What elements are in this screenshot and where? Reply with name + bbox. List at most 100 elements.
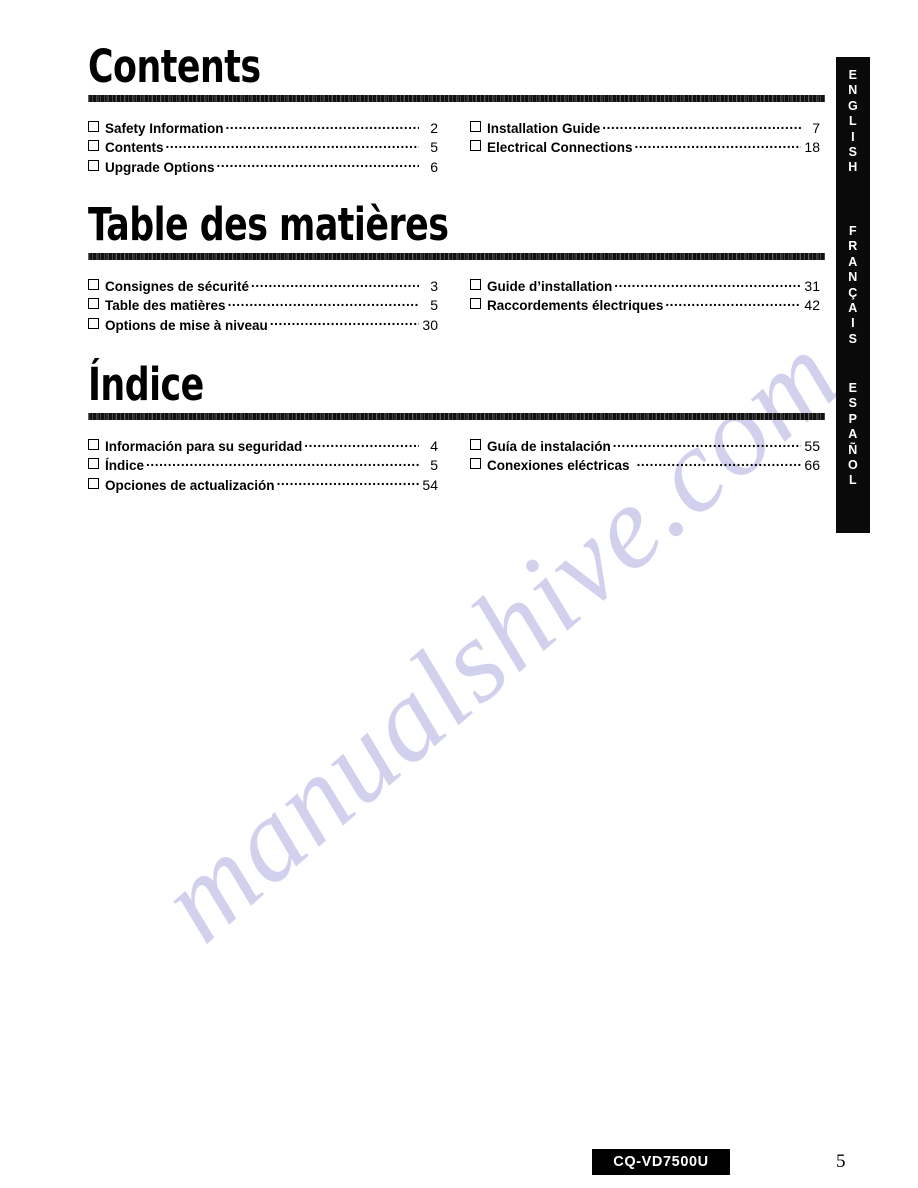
section-indice: Índice Información para su seguridad 4 Í… [88,362,825,495]
toc-entry-page: 54 [422,476,438,493]
checkbox-icon [470,298,481,310]
toc-entry-page: 6 [430,158,438,175]
toc-entry-page: 42 [804,297,820,314]
toc-entry-page: 7 [812,120,820,136]
toc-entry-label: Raccordements électriques [487,298,664,314]
language-tab-letter: L [848,473,858,488]
toc-entry[interactable]: Upgrade Options 6 [88,158,438,177]
dot-leader [665,297,801,310]
toc-entry-label: Contents [105,140,164,156]
dot-leader [635,139,801,152]
dot-leader [270,317,419,330]
dot-leader [166,139,420,152]
dot-leader [602,120,801,133]
toc-entry[interactable]: Índice 5 [88,456,438,475]
language-tab-letter: S [848,145,858,160]
checkbox-icon [470,439,481,450]
language-tab-francais[interactable]: FRANÇAIS [836,213,870,374]
language-tab-letter: S [848,331,858,346]
heading-rule [88,413,825,420]
checkbox-icon [470,458,481,470]
language-tab-espanol[interactable]: ESPAÑOL [836,370,870,533]
toc-entry-label: Table des matières [105,298,226,314]
toc-entry-page: 5 [430,139,438,156]
language-tab-letter: Ñ [848,442,858,457]
checkbox-icon [88,279,99,290]
toc-entry-label: Opciones de actualización [105,477,275,493]
language-tab-letter: P [848,411,858,426]
toc-indice: Información para su seguridad 4 Índice 5… [88,437,825,495]
dot-leader [228,297,419,310]
toc-table-des-matieres: Consignes de sécurité 3 Table des matièr… [88,277,825,335]
section-table-des-matieres: Table des matières Consignes de sécurité… [88,202,825,335]
toc-column-left: Consignes de sécurité 3 Table des matièr… [88,277,438,335]
toc-contents: Safety Information 2 Contents 5 Upgrade … [88,119,825,177]
checkbox-icon [88,439,99,450]
toc-entry-page: 31 [804,278,820,294]
checkbox-icon [470,140,481,152]
toc-entry-label: Guide d’installation [487,279,613,294]
heading-rule [88,253,825,260]
toc-entry[interactable]: Conexiones eléctricas 66 [470,456,820,475]
language-tab-letter: R [848,239,858,254]
toc-entry-page: 18 [804,139,820,156]
heading-rule [88,95,825,102]
toc-column-right: Installation Guide 7 Electrical Connecti… [470,119,820,177]
checkbox-icon [88,317,99,329]
language-tab-letter: F [848,224,858,238]
toc-entry[interactable]: Consignes de sécurité 3 [88,277,438,296]
language-tab-letter: A [848,427,858,442]
checkbox-icon [88,458,99,470]
toc-entry[interactable]: Guía de instalación 55 [470,437,820,456]
language-tab-english[interactable]: ENGLISH [836,57,870,216]
toc-entry-label: Installation Guide [487,121,601,136]
toc-entry-page: 2 [430,120,438,136]
toc-entry[interactable]: Guide d’installation 31 [470,277,820,296]
toc-entry[interactable]: Table des matières 5 [88,296,438,315]
language-tab-letter: E [848,381,858,395]
dot-leader [637,457,801,470]
toc-entry-label: Electrical Connections [487,140,633,156]
toc-entry-label: Safety Information [105,121,224,136]
toc-entry[interactable]: Safety Information 2 [88,119,438,138]
dot-leader [613,438,801,451]
language-tab-letter: N [848,83,858,98]
page-number: 5 [836,1151,846,1172]
language-tab-letter: Ç [848,285,858,300]
toc-entry[interactable]: Opciones de actualización 54 [88,476,438,495]
toc-entry-page: 5 [430,457,438,474]
dot-leader [226,120,419,133]
language-tab-letter: L [848,114,858,129]
checkbox-icon [88,298,99,310]
toc-entry-page: 4 [430,438,438,454]
model-number-badge: CQ-VD7500U [592,1149,730,1175]
toc-column-right: Guide d’installation 31 Raccordements él… [470,277,820,335]
language-tab-letter: A [848,301,858,316]
toc-entry-page: 66 [804,457,820,474]
toc-entry-label: Consignes de sécurité [105,279,250,294]
section-contents: Contents Safety Information 2 Contents 5 [88,44,825,177]
dot-leader [277,477,419,490]
toc-entry[interactable]: Electrical Connections 18 [470,138,820,157]
language-tab-letter: I [851,316,855,331]
language-tab-letter: N [848,270,858,285]
toc-entry-label: Información para su seguridad [105,439,303,454]
toc-entry[interactable]: Raccordements électriques 42 [470,296,820,315]
toc-entry-page: 55 [804,438,820,454]
checkbox-icon [88,140,99,152]
dot-leader [251,278,419,291]
dot-leader [304,438,419,451]
toc-entry[interactable]: Options de mise à niveau 30 [88,316,438,335]
dot-leader [146,457,419,470]
toc-entry[interactable]: Información para su seguridad 4 [88,437,438,456]
language-tab-letter: O [847,458,859,473]
section-heading-table-des-matieres: Table des matières [88,198,449,251]
toc-entry[interactable]: Contents 5 [88,138,438,157]
checkbox-icon [470,279,481,290]
section-heading-indice: Índice [88,358,204,411]
toc-entry-label: Guía de instalación [487,439,611,454]
toc-column-right: Guía de instalación 55 Conexiones eléctr… [470,437,820,495]
language-tab-letter: E [848,68,858,82]
toc-entry[interactable]: Installation Guide 7 [470,119,820,138]
toc-entry-label: Índice [105,458,145,474]
